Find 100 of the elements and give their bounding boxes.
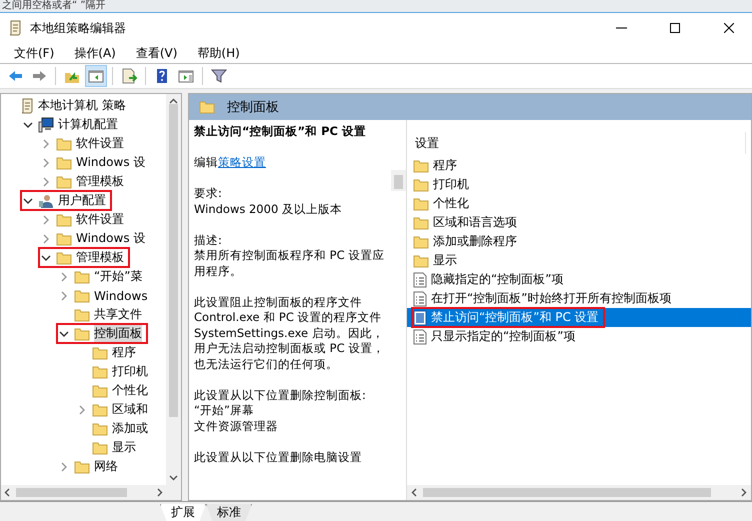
setting-icon: [413, 310, 427, 326]
tree-item[interactable]: 显示: [74, 437, 142, 458]
arrow-right-icon[interactable]: [741, 488, 747, 497]
chevron-right-icon[interactable]: [60, 462, 68, 472]
folder-icon: [56, 212, 72, 226]
maximize-icon: [670, 23, 680, 33]
tree-item[interactable]: Windows 设: [38, 228, 152, 249]
list-item[interactable]: 程序: [407, 156, 751, 175]
folder-icon: [92, 440, 108, 454]
description-text: 此设置从以下位置删除控制面板:: [194, 388, 367, 403]
policy-title: 禁止访问“控制面板”和 PC 设置: [194, 124, 367, 140]
folder-icon: [413, 178, 429, 192]
folder-icon: [413, 234, 429, 248]
folder-icon: [56, 136, 72, 150]
scroll-icon: [20, 98, 34, 114]
list-item[interactable]: 隐藏指定的“控制面板”项: [407, 270, 751, 289]
folder-icon: [56, 250, 72, 264]
chevron-down-icon[interactable]: [41, 254, 51, 262]
list-item[interactable]: 个性化: [407, 194, 751, 213]
tree-item[interactable]: 软件设置: [38, 133, 130, 154]
tab[interactable]: 扩展: [160, 504, 206, 521]
folder-icon: [92, 402, 108, 416]
arrow-right-icon[interactable]: [157, 488, 163, 497]
user-icon: [38, 192, 54, 208]
tree-item[interactable]: 本地计算机 策略: [2, 95, 132, 116]
folder-icon: [74, 460, 90, 474]
tree-item[interactable]: 管理模板: [38, 171, 130, 192]
tab[interactable]: 标准: [206, 504, 252, 521]
tree-item[interactable]: Windows: [56, 285, 154, 306]
list-item[interactable]: 禁止访问“控制面板”和 PC 设置: [407, 308, 751, 327]
list-item[interactable]: 在打开“控制面板”时始终打开所有控制面板项: [407, 289, 751, 308]
list-item[interactable]: 只显示指定的“控制面板”项: [407, 327, 751, 346]
list-item[interactable]: 打印机: [407, 175, 751, 194]
column-header[interactable]: 设置: [407, 132, 746, 154]
description-text: 禁用所有控制面板程序和 PC 设置应用程序。: [194, 248, 386, 279]
window-title: 本地组策略编辑器: [30, 20, 127, 36]
edit-label: 编辑: [194, 155, 218, 169]
header-title: 控制面板: [227, 99, 279, 116]
tree-item[interactable]: 共享文件: [56, 304, 148, 325]
forward-arrow-icon: [31, 68, 47, 84]
tree-item[interactable]: 管理模板: [38, 247, 130, 268]
horizontal-scrollbar[interactable]: [1, 485, 166, 500]
folder-icon: [56, 232, 72, 246]
tree-item[interactable]: 区域和: [74, 399, 154, 420]
help-icon: [154, 68, 170, 84]
folder-icon: [74, 326, 90, 340]
back-arrow-icon: [7, 68, 23, 84]
folder-icon: [74, 288, 90, 302]
description-text: Windows 2000 及以上版本: [194, 202, 343, 217]
export-list-icon: [121, 68, 137, 84]
tree-item[interactable]: 程序: [74, 342, 142, 363]
folder-icon: [74, 270, 90, 284]
folder-icon: [92, 384, 108, 398]
folder-icon: [92, 346, 108, 360]
setting-icon: [413, 328, 427, 344]
tree-item[interactable]: 打印机: [74, 361, 154, 382]
vertical-scrollbar[interactable]: [391, 170, 406, 191]
horizontal-scrollbar[interactable]: [407, 485, 751, 500]
menu-item[interactable]: 查看(V): [126, 44, 188, 62]
vertical-scrollbar[interactable]: [166, 94, 181, 485]
description-text: 描述:: [194, 232, 223, 248]
tree-item[interactable]: “开始”菜: [56, 266, 148, 287]
tree-item[interactable]: 网络: [56, 456, 124, 477]
tree-item[interactable]: 控制面板: [56, 323, 148, 344]
description-text: “开始”屏幕: [194, 403, 255, 418]
tree-item[interactable]: 用户配置: [20, 190, 112, 211]
chevron-down-icon[interactable]: [23, 120, 33, 128]
menu-item[interactable]: 文件(F): [4, 44, 64, 62]
list-item[interactable]: 添加或删除程序: [407, 232, 751, 251]
folder-icon: [92, 364, 108, 378]
folder-icon: [56, 156, 72, 170]
pane-toggle-icon: [88, 68, 104, 84]
menu-item[interactable]: 操作(A): [64, 44, 126, 62]
folder-icon: [56, 174, 72, 188]
tree-item[interactable]: Windows 设: [38, 152, 152, 173]
list-item[interactable]: 区域和语言选项: [407, 213, 751, 232]
description-text: 要求:: [194, 186, 223, 202]
toolbar-button[interactable]: [85, 65, 107, 87]
chevron-down-icon[interactable]: [59, 330, 69, 338]
arrow-down-icon[interactable]: [169, 475, 178, 481]
tree-item[interactable]: 计算机配置: [20, 114, 124, 135]
tree-item[interactable]: 添加或: [74, 418, 154, 439]
filter-icon: [211, 68, 227, 84]
folder-icon: [413, 196, 429, 210]
chevron-down-icon[interactable]: [23, 196, 33, 204]
arrow-left-icon[interactable]: [4, 488, 10, 497]
setting-icon: [413, 272, 427, 288]
window-pane-icon: [178, 68, 194, 84]
arrow-left-icon[interactable]: [411, 488, 417, 497]
arrow-up-icon[interactable]: [169, 98, 178, 104]
folder-icon: [413, 216, 429, 230]
menu-item[interactable]: 帮助(H): [187, 44, 250, 62]
list-item[interactable]: 显示: [407, 251, 751, 270]
tree-item[interactable]: 软件设置: [38, 209, 130, 230]
folder-icon: [413, 254, 429, 268]
folder-icon: [92, 422, 108, 436]
tree-item[interactable]: 个性化: [74, 380, 154, 401]
minimize-icon: [616, 27, 626, 29]
policy-settings-link[interactable]: 策略设置: [218, 155, 266, 169]
chevron-right-icon[interactable]: [78, 404, 86, 414]
